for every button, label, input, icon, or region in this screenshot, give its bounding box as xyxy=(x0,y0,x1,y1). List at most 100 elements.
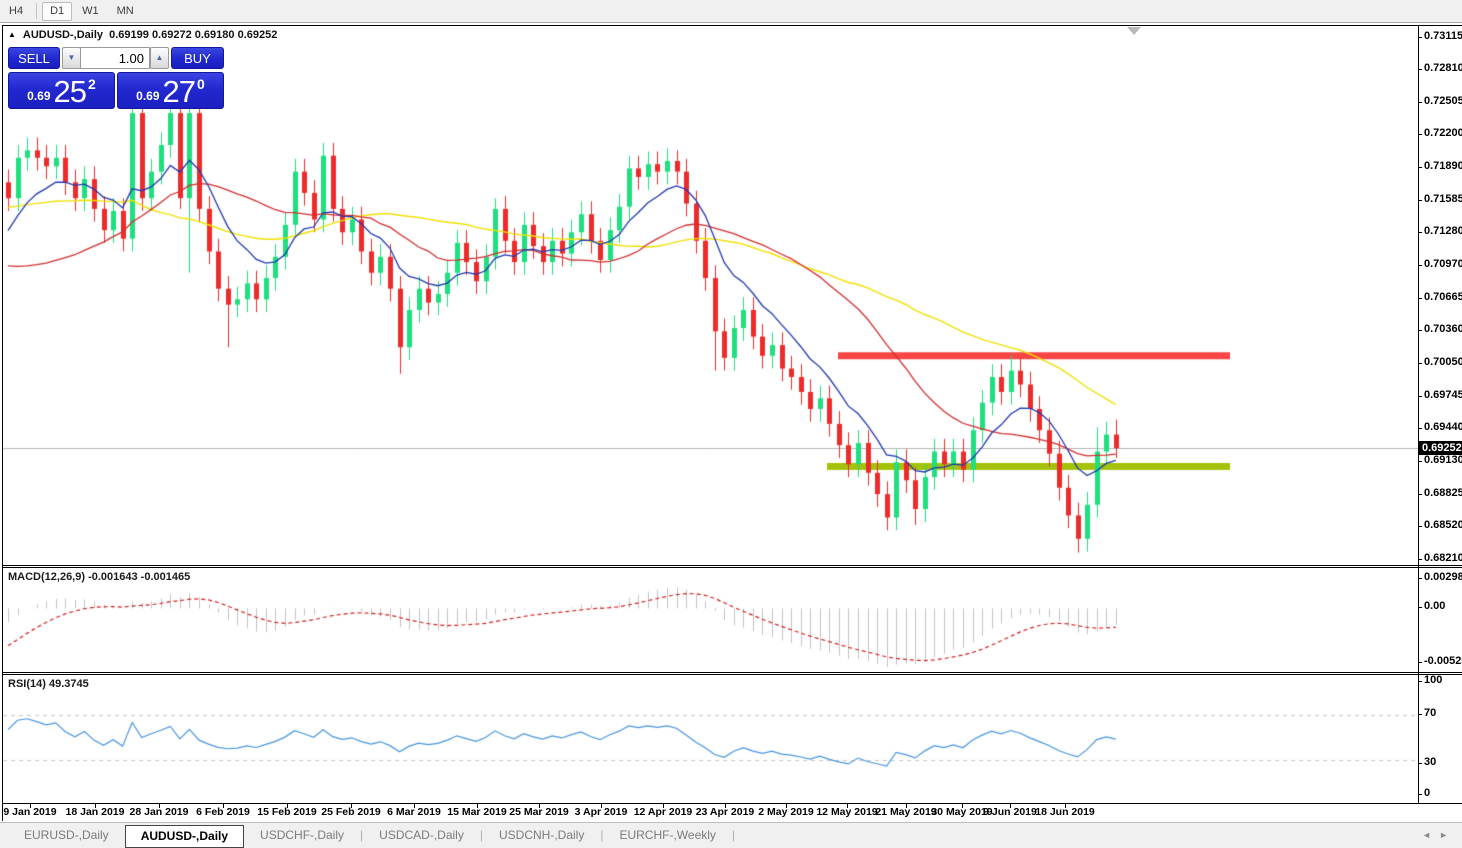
price-tick-mark xyxy=(1418,265,1422,266)
date-label: 9 Jan 2019 xyxy=(3,806,56,818)
chart-tab-eurusd[interactable]: EURUSD-,Daily xyxy=(8,825,125,846)
buy-price-prefix: 0.69 xyxy=(136,89,159,103)
price-tick-label: 0.69440 xyxy=(1424,421,1462,433)
rsi-tick-mark xyxy=(1418,714,1422,715)
price-tick-label: 0.68520 xyxy=(1424,519,1462,531)
chart-tab-eurchf[interactable]: EURCHF-,Weekly xyxy=(603,825,731,846)
trade-panel-row: SELL ▼ ▲ BUY xyxy=(8,47,224,70)
sell-price-box[interactable]: 0.69 25 2 xyxy=(8,72,115,109)
price-tick-label: 0.70665 xyxy=(1424,291,1462,303)
sell-price-prefix: 0.69 xyxy=(27,89,50,103)
rsi-label: RSI(14) 49.3745 xyxy=(8,678,89,690)
price-tick-label: 0.72200 xyxy=(1424,127,1462,139)
buy-price-big: 27 xyxy=(163,75,195,108)
date-label: 21 May 2019 xyxy=(875,806,936,818)
scroll-to-end-icon xyxy=(1127,27,1141,35)
sell-price-big: 25 xyxy=(54,75,86,108)
volume-input[interactable] xyxy=(80,47,150,69)
chart-tab-bar: EURUSD-,DailyAUDUSD-,DailyUSDCHF-,Daily |… xyxy=(0,822,1462,848)
timeframe-button-mn[interactable]: MN xyxy=(109,2,142,21)
price-tick-mark xyxy=(1418,102,1422,103)
chart-tab-usdcad[interactable]: USDCAD-,Daily xyxy=(363,825,480,846)
volume-decrease-button[interactable]: ▼ xyxy=(62,47,81,69)
date-label: 23 Apr 2019 xyxy=(696,806,755,818)
price-tick-mark xyxy=(1418,232,1422,233)
date-label: 25 Mar 2019 xyxy=(509,806,569,818)
price-tick-mark xyxy=(1418,363,1422,364)
date-label: 15 Feb 2019 xyxy=(257,806,317,818)
buy-price-pip: 0 xyxy=(197,76,205,92)
volume-increase-button[interactable]: ▲ xyxy=(150,47,169,69)
macd-canvas[interactable] xyxy=(3,568,1418,672)
chart-tab-usdchf[interactable]: USDCHF-,Daily xyxy=(244,825,360,846)
tab-separator: | xyxy=(732,828,735,842)
rsi-tick-mark xyxy=(1418,763,1422,764)
current-price-tag: 0.69252 xyxy=(1419,441,1462,455)
price-tick-mark xyxy=(1418,526,1422,527)
date-label: 12 May 2019 xyxy=(816,806,877,818)
rsi-bottom-border xyxy=(2,803,1462,804)
date-label: 3 Apr 2019 xyxy=(575,806,628,818)
buy-button[interactable]: BUY xyxy=(171,47,224,69)
tab-scroll-right-icon[interactable]: ► xyxy=(1439,830,1456,840)
price-tick-label: 0.70970 xyxy=(1424,258,1462,270)
tab-scroll-arrows: ◄► xyxy=(1422,830,1456,840)
tab-scroll-left-icon[interactable]: ◄ xyxy=(1422,830,1439,840)
price-tick-label: 0.69745 xyxy=(1424,389,1462,401)
rsi-canvas[interactable] xyxy=(3,675,1418,803)
rsi-tick-label: 100 xyxy=(1424,674,1442,686)
price-tick-label: 0.72505 xyxy=(1424,95,1462,107)
sell-price-pip: 2 xyxy=(88,76,96,92)
price-tick-label: 0.68210 xyxy=(1424,552,1462,564)
price-tick-mark xyxy=(1418,200,1422,201)
buy-price-box[interactable]: 0.69 27 0 xyxy=(117,72,224,109)
collapse-triangle-icon[interactable]: ▲ xyxy=(8,30,16,39)
timeframe-button-h4[interactable]: H4 xyxy=(1,2,31,21)
price-tick-mark xyxy=(1418,69,1422,70)
chart-tab-audusd[interactable]: AUDUSD-,Daily xyxy=(125,825,244,848)
price-tick-mark xyxy=(1418,559,1422,560)
chart-symbol: AUDUSD-,Daily xyxy=(23,29,103,41)
date-label: 18 Jun 2019 xyxy=(1035,806,1095,818)
chart-tab-usdcnh[interactable]: USDCNH-,Daily xyxy=(483,825,600,846)
timeframe-button-w1[interactable]: W1 xyxy=(74,2,107,21)
main-macd-separator-a xyxy=(2,565,1462,566)
macd-tick-label: 0.002984 xyxy=(1424,571,1462,583)
date-label: 28 Jan 2019 xyxy=(130,806,189,818)
tabs-holder: EURUSD-,DailyAUDUSD-,DailyUSDCHF-,Daily |… xyxy=(8,823,735,848)
macd-tick-mark xyxy=(1418,607,1422,608)
sell-button[interactable]: SELL xyxy=(8,47,60,69)
chart-title: ▲ AUDUSD-,Daily 0.69199 0.69272 0.69180 0… xyxy=(8,29,277,41)
rsi-tick-mark xyxy=(1418,794,1422,795)
macd-label: MACD(12,26,9) -0.001643 -0.001465 xyxy=(8,571,190,583)
timeframe-toolbar: H4 D1W1MN xyxy=(0,0,1462,23)
rsi-tick-label: 70 xyxy=(1424,707,1436,719)
macd-tick-mark xyxy=(1418,662,1422,663)
price-tick-label: 0.72810 xyxy=(1424,62,1462,74)
price-tick-mark xyxy=(1418,167,1422,168)
date-label: 9 Jun 2019 xyxy=(983,806,1037,818)
price-tick-label: 0.71280 xyxy=(1424,225,1462,237)
price-tick-label: 0.71585 xyxy=(1424,193,1462,205)
timeframe-button-d1[interactable]: D1 xyxy=(42,2,72,21)
date-label: 15 Mar 2019 xyxy=(447,806,507,818)
price-tick-label: 0.70360 xyxy=(1424,323,1462,335)
date-label: 2 May 2019 xyxy=(758,806,813,818)
price-tick-label: 0.70050 xyxy=(1424,356,1462,368)
macd-rsi-separator-a xyxy=(2,672,1462,673)
toolbar-separator xyxy=(36,3,37,19)
price-tick-mark xyxy=(1418,428,1422,429)
price-tick-mark xyxy=(1418,134,1422,135)
rsi-tick-label: 30 xyxy=(1424,756,1436,768)
date-label: 6 Mar 2019 xyxy=(387,806,441,818)
price-tick-mark xyxy=(1418,330,1422,331)
price-tick-mark xyxy=(1418,37,1422,38)
price-tick-mark xyxy=(1418,461,1422,462)
price-tick-mark xyxy=(1418,494,1422,495)
chart-ohlc-values: 0.69199 0.69272 0.69180 0.69252 xyxy=(109,29,277,41)
date-label: 18 Jan 2019 xyxy=(66,806,125,818)
price-tick-mark xyxy=(1418,298,1422,299)
macd-tick-label: -0.005256 xyxy=(1424,655,1462,667)
price-tick-label: 0.73115 xyxy=(1424,30,1462,42)
macd-tick-label: 0.00 xyxy=(1424,600,1445,612)
